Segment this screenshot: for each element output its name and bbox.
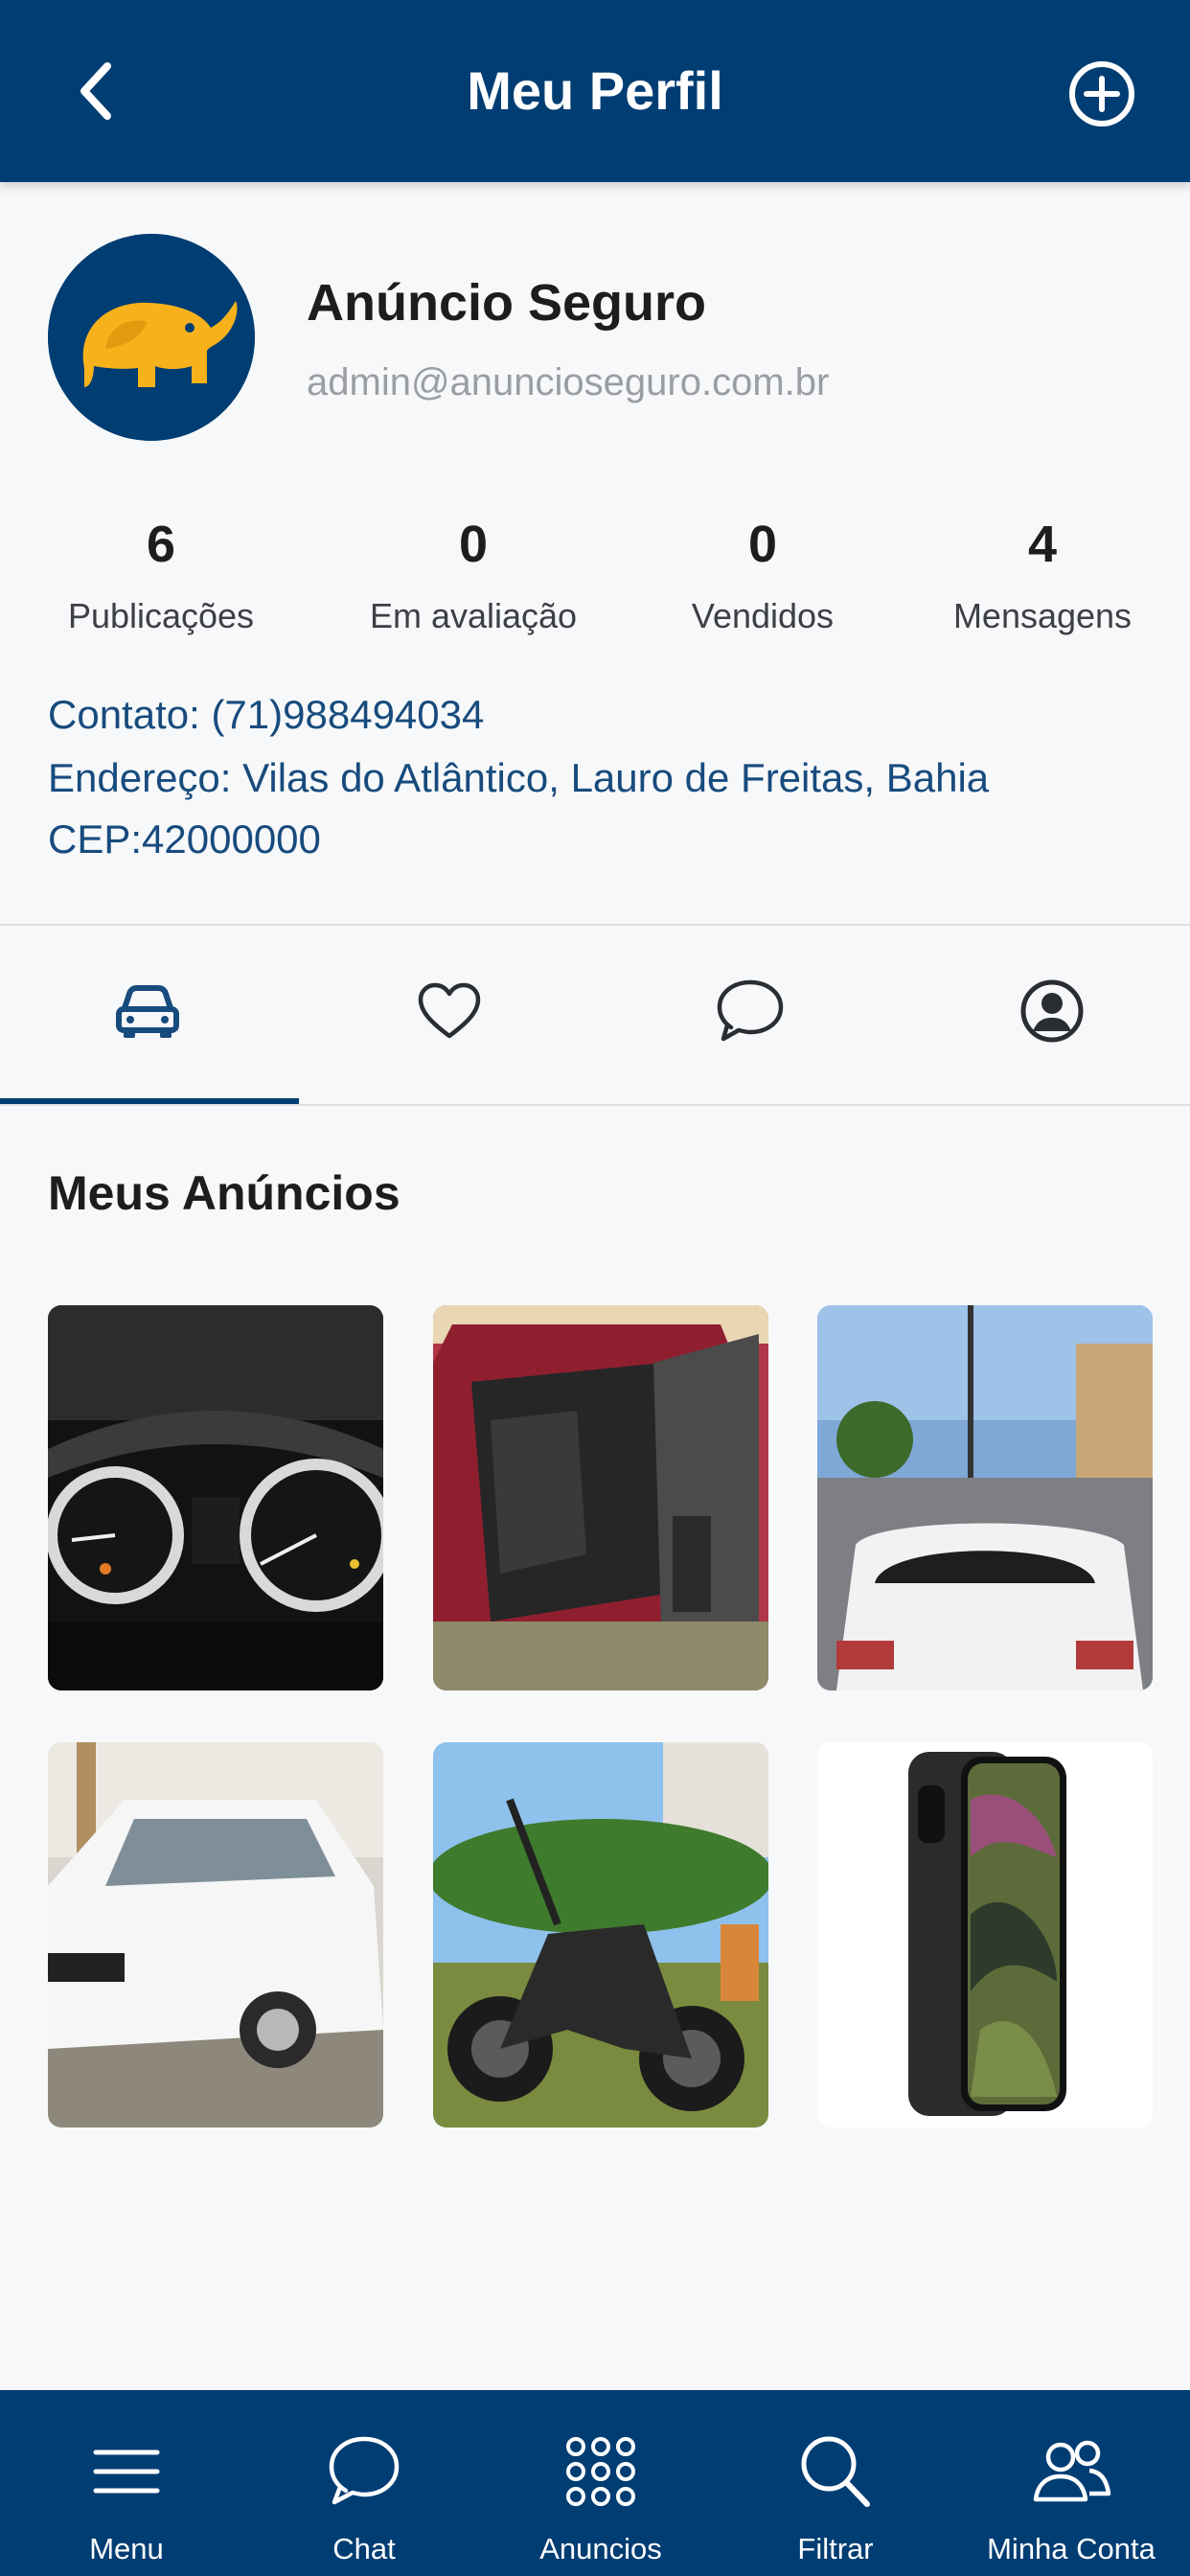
nav-filtrar[interactable]: Filtrar (717, 2390, 954, 2576)
nav-chat[interactable]: Chat (245, 2390, 483, 2576)
stat-em-avaliacao[interactable]: 0 Em avaliação (349, 516, 598, 636)
ad-thumbnail-red-car[interactable] (433, 1305, 768, 1690)
user-circle-icon (1020, 979, 1084, 1043)
stat-label: Mensagens (952, 596, 1133, 635)
profile-name: Anúncio Seguro (307, 274, 706, 332)
stat-mensagens[interactable]: 4 Mensagens (918, 516, 1167, 636)
nav-label: Anuncios (539, 2532, 662, 2565)
stat-value: 4 (1027, 516, 1058, 573)
divider (0, 1104, 1190, 1106)
tab-chat[interactable] (692, 963, 807, 1059)
ad-thumbnail-motorcycle[interactable] (433, 1742, 768, 2128)
stat-value: 0 (458, 516, 489, 573)
stat-label: Publicações (67, 596, 255, 635)
plus-circle-icon (1069, 61, 1134, 126)
ad-thumbnail-white-toyota[interactable] (817, 1305, 1153, 1690)
nav-anuncios[interactable]: Anuncios (482, 2390, 720, 2576)
stat-value: 0 (747, 516, 778, 573)
address-info: Endereço: Vilas do Atlântico, Lauro de F… (48, 755, 990, 800)
smartphone-photo (817, 1742, 1153, 2128)
tab-account[interactable] (995, 963, 1110, 1059)
nav-label: Minha Conta (987, 2532, 1156, 2565)
top-app-bar: Meu Perfil (0, 0, 1190, 182)
nav-menu[interactable]: Menu (8, 2390, 245, 2576)
cep-info: CEP:42000000 (48, 816, 321, 862)
car-dashboard-photo (48, 1305, 383, 1690)
section-title: Meus Anúncios (48, 1166, 400, 1220)
search-icon (801, 2436, 870, 2507)
ad-thumbnail-white-chevrolet[interactable] (48, 1742, 383, 2128)
ad-thumbnail-dashboard[interactable] (48, 1305, 383, 1690)
ad-thumbnail-smartphone[interactable] (817, 1742, 1153, 2128)
car-icon (116, 985, 179, 1038)
nav-minha-conta[interactable]: Minha Conta (952, 2390, 1190, 2576)
nav-label: Filtrar (797, 2532, 874, 2565)
heart-icon (418, 982, 481, 1039)
elephant-logo-icon (48, 234, 255, 441)
users-icon (1033, 2440, 1111, 2502)
divider (0, 924, 1190, 926)
white-chevrolet-photo (48, 1742, 383, 2128)
stat-label: Vendidos (691, 596, 835, 635)
page-title: Meu Perfil (467, 60, 723, 121)
stat-label: Em avaliação (369, 596, 578, 635)
tab-my-ads[interactable] (90, 963, 205, 1059)
nav-label: Menu (89, 2532, 164, 2565)
add-button[interactable] (1067, 59, 1136, 128)
stat-vendidos[interactable]: 0 Vendidos (638, 516, 887, 636)
stat-value: 6 (146, 516, 176, 573)
black-motorcycle-photo (433, 1742, 768, 2128)
red-car-interior-photo (433, 1305, 768, 1690)
nav-label: Chat (332, 2532, 396, 2565)
avatar (48, 234, 255, 441)
contact-info[interactable]: Contato: (71)988494034 (48, 692, 484, 738)
bottom-navigation: Menu Chat Anuncios Filtrar Minha Conta (0, 2390, 1190, 2576)
stat-publicacoes[interactable]: 6 Publicações (36, 516, 286, 636)
chat-icon (717, 979, 784, 1042)
profile-email: admin@anuncioseguro.com.br (307, 361, 830, 403)
tab-favorites[interactable] (392, 963, 507, 1059)
white-toyota-street-photo (817, 1305, 1153, 1690)
grid-icon (566, 2437, 635, 2506)
chat-icon (329, 2436, 400, 2505)
menu-icon (93, 2450, 160, 2494)
